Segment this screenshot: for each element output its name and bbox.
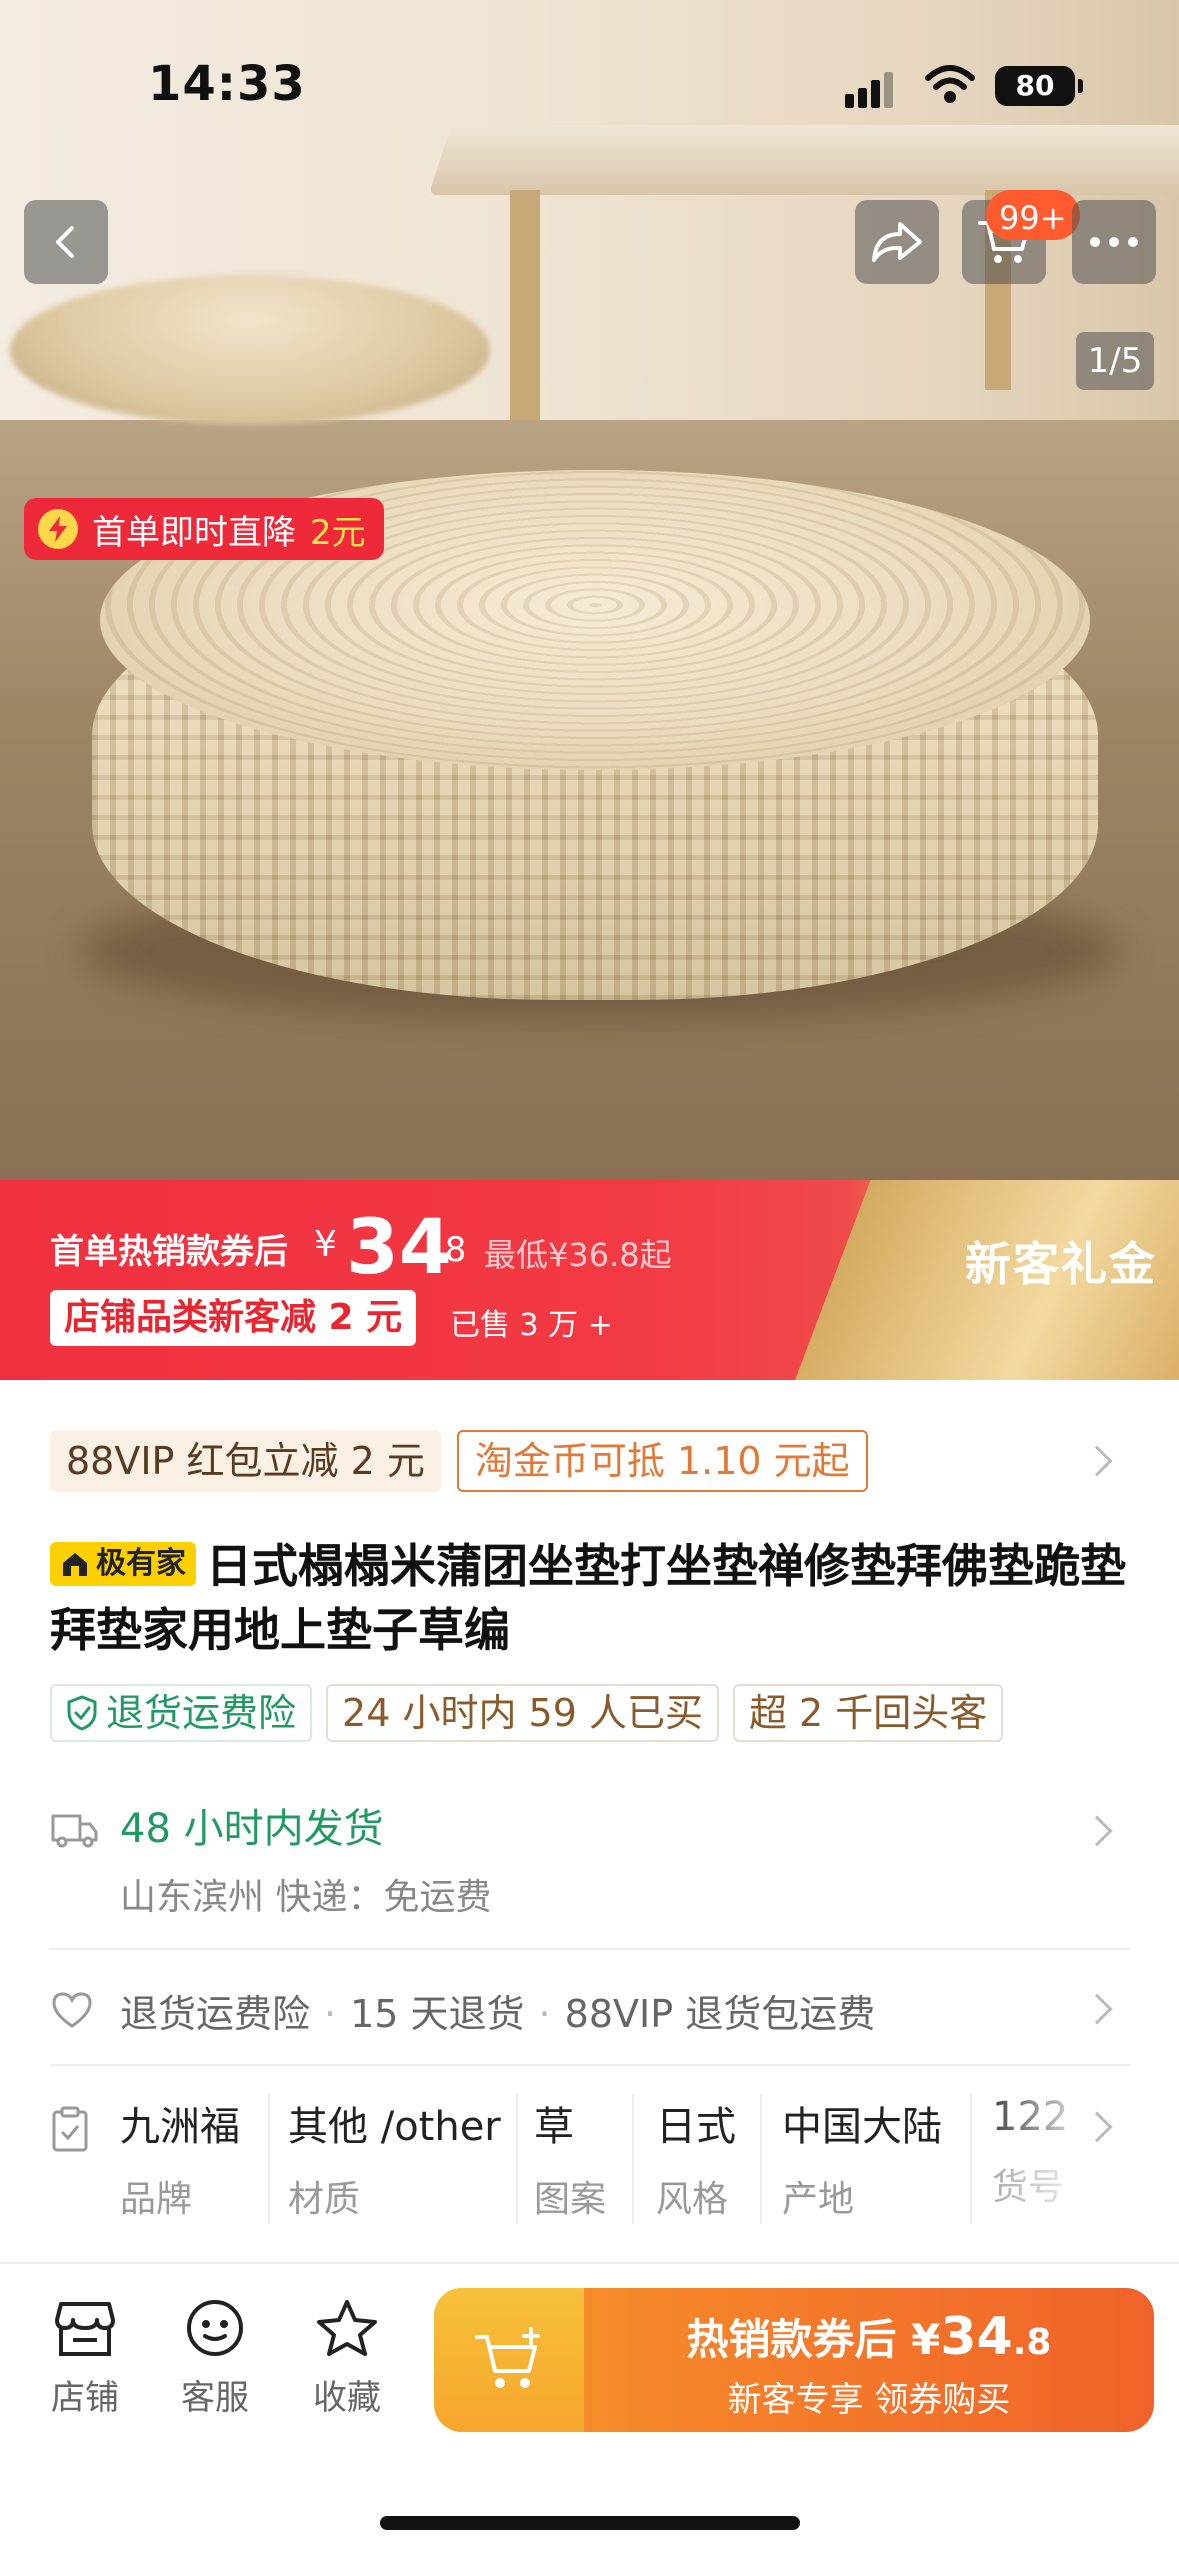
overflow-fade bbox=[970, 2094, 1130, 2224]
product-parameters-row[interactable]: 九洲福 品牌 其他 /other 材质 草 图案 日式 风格 中国大陆 产地 1… bbox=[50, 2094, 1130, 2224]
shipping-origin: 山东滨州 快递：免运费 bbox=[120, 1877, 492, 1918]
param-value: 九洲福 bbox=[120, 2104, 240, 2150]
lightning-icon bbox=[38, 509, 78, 549]
buy-currency: ¥ bbox=[911, 2315, 941, 2364]
shipping-time: 48 小时内发货 bbox=[120, 1806, 384, 1852]
buy-with-coupon-button[interactable]: 热销款券后 ¥34.8 新客专享 领券购买 bbox=[434, 2288, 1154, 2432]
param-key: 风格 bbox=[656, 2179, 729, 2220]
service-tag: 24 小时内 59 人已买 bbox=[326, 1684, 719, 1742]
param-value: 日式 bbox=[656, 2104, 736, 2150]
battery-indicator: 80 bbox=[995, 66, 1083, 106]
param-brand: 九洲福 品牌 bbox=[120, 2094, 270, 2224]
store-icon bbox=[55, 2302, 115, 2356]
service-tag: 超 2 千回头客 bbox=[732, 1684, 1004, 1742]
more-button[interactable] bbox=[1072, 200, 1156, 284]
shop-label: 店铺 bbox=[51, 2378, 119, 2418]
status-time: 14:33 bbox=[148, 56, 306, 112]
buy-price-decimal: .8 bbox=[1012, 2322, 1052, 2363]
add-to-cart-button[interactable] bbox=[434, 2288, 584, 2432]
price-currency: ¥ bbox=[314, 1224, 337, 1265]
brand-program-label: 极有家 bbox=[96, 1546, 186, 1581]
cart-count-badge: 99+ bbox=[986, 190, 1080, 240]
product-title: 极有家 日式榻榻米蒲团坐垫打坐垫禅修垫拜佛垫跪垫拜垫家用地上垫子草编 bbox=[50, 1534, 1140, 1662]
clipboard-icon bbox=[52, 2106, 88, 2152]
image-table-leg bbox=[510, 190, 540, 420]
divider bbox=[50, 2064, 1130, 2066]
chevron-right-icon bbox=[1081, 1445, 1113, 1477]
buy-price-line: 热销款券后 ¥34.8 bbox=[584, 2306, 1154, 2367]
first-order-amount: 2元 bbox=[310, 512, 366, 553]
shipping-info-row[interactable]: 48 小时内发货 山东滨州 快递：免运费 bbox=[50, 1796, 1130, 1926]
first-order-label: 首单即时直降 bbox=[92, 512, 296, 553]
share-icon bbox=[872, 222, 922, 262]
buy-price-integer: 34 bbox=[940, 2307, 1013, 2367]
buy-label: 热销款券后 bbox=[686, 2315, 897, 2364]
product-title-text: 日式榻榻米蒲团坐垫打坐垫禅修垫拜佛垫跪垫拜垫家用地上垫子草编 bbox=[50, 1539, 1126, 1657]
cellular-signal-icon bbox=[845, 68, 905, 108]
param-key: 产地 bbox=[782, 2179, 855, 2220]
return-days: 15 天退货 bbox=[350, 1991, 525, 2036]
image-page-indicator: 1/5 bbox=[1076, 332, 1154, 390]
buy-subtitle: 新客专享 领券购买 bbox=[727, 2380, 1011, 2420]
add-cart-icon bbox=[475, 2327, 540, 2388]
product-image-carousel[interactable] bbox=[0, 0, 1179, 1180]
price-banner: 首单热销款券后 ¥ 34 .8 最低¥36.8起 店铺品类新客减 2 元 已售 … bbox=[0, 1180, 1179, 1380]
param-origin: 中国大陆 产地 bbox=[782, 2094, 972, 2224]
favorite-label: 收藏 bbox=[313, 2378, 381, 2418]
customer-service-label: 客服 bbox=[181, 2378, 249, 2418]
favorite-button[interactable]: 收藏 bbox=[292, 2298, 402, 2419]
return-policy-text: 退货运费险 · 15 天退货 · 88VIP 退货包运费 bbox=[120, 1991, 876, 2036]
shield-check-icon bbox=[67, 1695, 97, 1731]
brand-program-tag: 极有家 bbox=[50, 1542, 196, 1586]
star-icon bbox=[317, 2300, 377, 2356]
more-dots-icon bbox=[1090, 237, 1138, 247]
image-background-cushion bbox=[10, 275, 490, 425]
service-tags: 退货运费险 24 小时内 59 人已买 超 2 千回头客 bbox=[50, 1684, 1004, 1742]
chat-face-icon bbox=[187, 2300, 243, 2356]
share-button[interactable] bbox=[855, 200, 939, 284]
service-tag: 退货运费险 bbox=[50, 1684, 313, 1742]
param-material: 其他 /other 材质 bbox=[288, 2094, 518, 2224]
promo-row[interactable]: 88VIP 红包立减 2 元 淘金币可抵 1.10 元起 bbox=[50, 1430, 868, 1492]
first-order-discount-badge: 首单即时直降 2元 bbox=[24, 498, 384, 560]
sold-count: 已售 3 万 + bbox=[450, 1308, 613, 1343]
price-label: 首单热销款券后 bbox=[50, 1232, 288, 1272]
divider bbox=[50, 1948, 1130, 1950]
param-key: 图案 bbox=[534, 2179, 607, 2220]
house-icon bbox=[63, 1553, 87, 1576]
wifi-icon bbox=[925, 62, 975, 106]
coin-discount-tag: 淘金币可抵 1.10 元起 bbox=[456, 1430, 868, 1492]
param-style: 日式 风格 bbox=[656, 2094, 762, 2224]
back-button[interactable] bbox=[24, 200, 108, 284]
vip-return-shipping: 88VIP 退货包运费 bbox=[564, 1991, 876, 2036]
chevron-left-icon bbox=[56, 226, 74, 258]
return-policy-row[interactable]: 退货运费险 · 15 天退货 · 88VIP 退货包运费 bbox=[50, 1978, 1130, 2042]
param-key: 品牌 bbox=[120, 2179, 193, 2220]
delivery-truck-icon bbox=[51, 1814, 98, 1848]
vip-discount-tag: 88VIP 红包立减 2 元 bbox=[50, 1430, 441, 1492]
customer-service-button[interactable]: 客服 bbox=[160, 2298, 270, 2419]
param-value: 其他 /other bbox=[288, 2104, 501, 2150]
image-table-top bbox=[428, 125, 1179, 195]
store-coupon-tag: 店铺品类新客减 2 元 bbox=[50, 1290, 417, 1346]
param-key: 材质 bbox=[288, 2179, 361, 2220]
lowest-price: 最低¥36.8起 bbox=[484, 1236, 672, 1274]
home-indicator[interactable] bbox=[380, 2516, 800, 2530]
return-freight-insurance: 退货运费险 bbox=[120, 1991, 311, 2036]
param-value: 中国大陆 bbox=[782, 2104, 942, 2150]
service-tag-label: 退货运费险 bbox=[106, 1691, 297, 1735]
param-pattern: 草 图案 bbox=[534, 2094, 634, 2224]
shop-button[interactable]: 店铺 bbox=[30, 2298, 140, 2419]
param-value: 草 bbox=[534, 2104, 574, 2150]
heart-icon bbox=[52, 1992, 92, 2028]
new-customer-gift-label[interactable]: 新客礼金 bbox=[965, 1228, 1157, 1294]
price-decimal: .8 bbox=[434, 1230, 467, 1270]
